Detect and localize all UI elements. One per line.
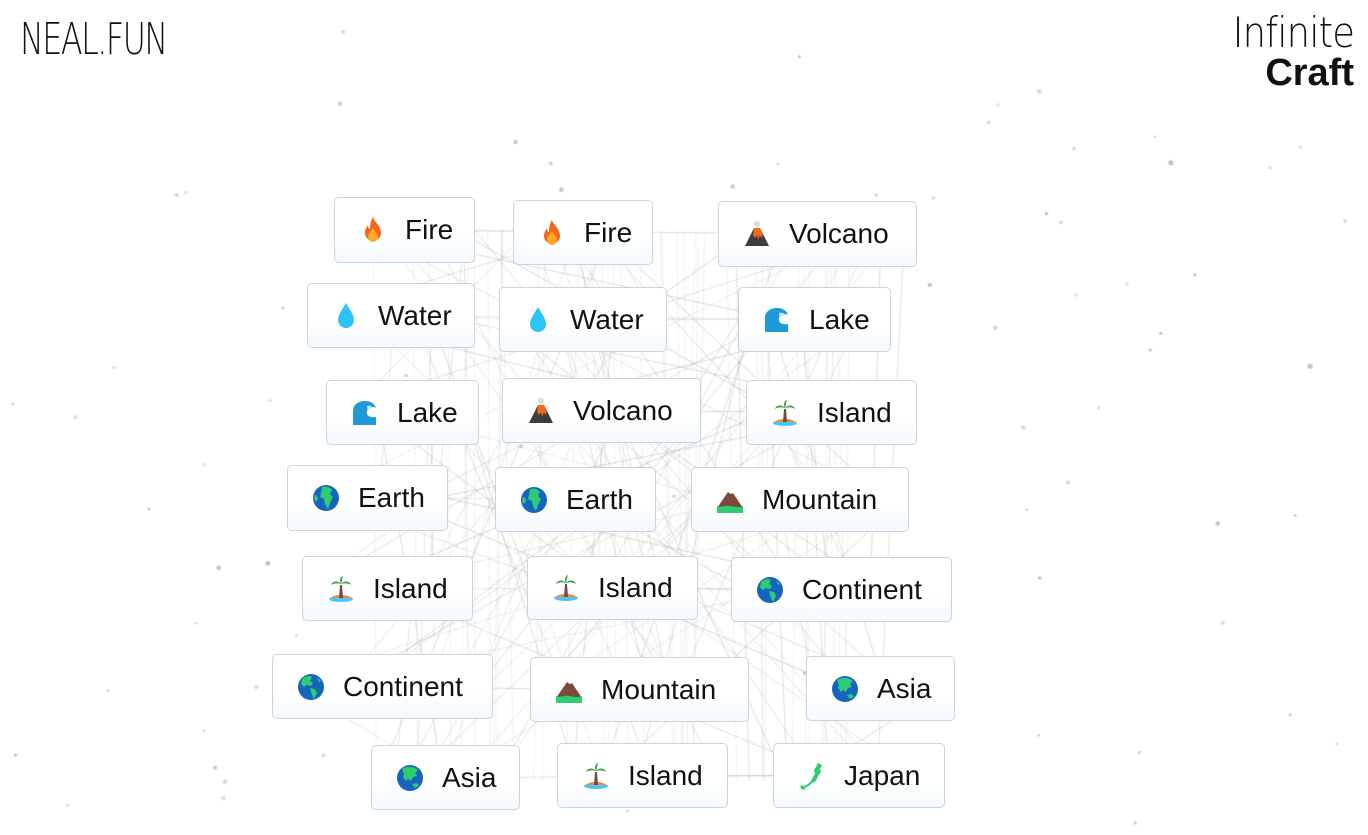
island-icon xyxy=(550,572,582,604)
brand-title-line2: Craft xyxy=(1265,52,1354,94)
water-drop-icon xyxy=(330,300,362,332)
item-label: Mountain xyxy=(601,673,717,705)
item-label: Fire xyxy=(584,216,633,248)
canvas-item-asia[interactable]: Asia xyxy=(371,745,520,810)
brand-title-line1: Infinite xyxy=(1232,8,1355,57)
canvas-item-earth[interactable]: Earth xyxy=(495,467,656,532)
globe-africa-icon xyxy=(310,482,342,514)
item-label: Island xyxy=(373,572,448,604)
item-label: Water xyxy=(378,299,452,331)
water-drop-icon xyxy=(522,304,554,336)
item-label: Lake xyxy=(397,396,458,428)
canvas-item-fire[interactable]: Fire xyxy=(513,200,653,265)
canvas-item-lake[interactable]: Lake xyxy=(738,287,891,352)
canvas-item-water[interactable]: Water xyxy=(307,283,475,348)
volcano-icon xyxy=(525,395,557,427)
mountain-icon xyxy=(553,674,585,706)
canvas-item-island[interactable]: Island xyxy=(746,380,917,445)
canvas-item-lake[interactable]: Lake xyxy=(326,380,479,445)
item-label: Earth xyxy=(358,482,425,513)
island-icon xyxy=(769,397,801,429)
wave-icon xyxy=(761,304,793,336)
fire-icon xyxy=(357,214,389,246)
item-label: Asia xyxy=(877,672,932,704)
canvas-item-water[interactable]: Water xyxy=(499,287,667,352)
volcano-icon xyxy=(741,218,773,250)
island-icon xyxy=(325,573,357,605)
item-label: Asia xyxy=(442,761,497,793)
island-icon xyxy=(580,760,612,792)
item-label: Island xyxy=(817,396,892,428)
item-label: Continent xyxy=(343,670,463,702)
canvas-item-earth[interactable]: Earth xyxy=(287,465,448,531)
item-label: Continent xyxy=(802,573,922,605)
canvas-item-island[interactable]: Island xyxy=(557,743,728,808)
canvas-item-mountain[interactable]: Mountain xyxy=(691,467,909,532)
item-label: Earth xyxy=(566,483,633,515)
canvas-item-continent[interactable]: Continent xyxy=(731,557,952,622)
mountain-icon xyxy=(714,484,746,516)
item-label: Water xyxy=(570,303,644,335)
item-label: Island xyxy=(598,572,673,603)
globe-asia-icon xyxy=(829,673,861,705)
canvas-item-island[interactable]: Island xyxy=(302,556,473,621)
globe-americas-icon xyxy=(754,574,786,606)
fire-icon xyxy=(536,217,568,249)
canvas-item-fire[interactable]: Fire xyxy=(334,197,475,263)
canvas-item-island[interactable]: Island xyxy=(527,556,698,620)
globe-africa-icon xyxy=(518,484,550,516)
globe-americas-icon xyxy=(295,671,327,703)
wave-icon xyxy=(349,397,381,429)
infinite-craft-logo: Infinite Craft xyxy=(1216,8,1355,94)
globe-asia-icon xyxy=(394,762,426,794)
item-label: Fire xyxy=(405,214,454,245)
item-label: Volcano xyxy=(573,394,673,426)
item-label: Mountain xyxy=(762,483,878,515)
canvas-item-volcano[interactable]: Volcano xyxy=(502,378,701,443)
canvas-item-volcano[interactable]: Volcano xyxy=(718,201,917,267)
item-label: Island xyxy=(628,759,703,791)
canvas-item-mountain[interactable]: Mountain xyxy=(530,657,749,722)
item-label: Lake xyxy=(809,303,870,335)
japan-map-icon xyxy=(796,760,828,792)
canvas-item-asia[interactable]: Asia xyxy=(806,656,955,721)
canvas-item-japan[interactable]: Japan xyxy=(773,743,945,808)
canvas-item-continent[interactable]: Continent xyxy=(272,654,493,719)
item-label: Volcano xyxy=(789,218,889,249)
item-label: Japan xyxy=(844,759,921,791)
neal-fun-logo[interactable]: NEAL.FUN xyxy=(20,14,168,65)
